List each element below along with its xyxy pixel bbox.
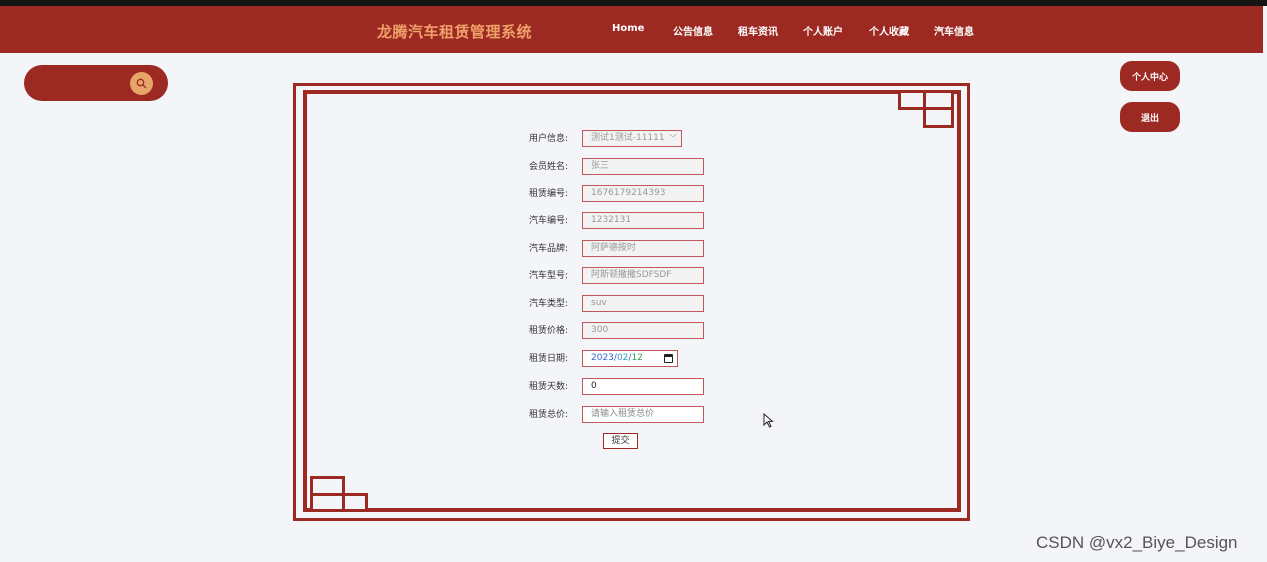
frame-corner-ornament [923, 107, 954, 128]
rental-days-field[interactable]: 0 [582, 378, 704, 395]
label-user-info: 用户信息: [528, 134, 568, 144]
window-right-edge [1263, 6, 1267, 562]
calendar-icon[interactable] [664, 354, 673, 363]
submit-button[interactable]: 提交 [603, 433, 638, 449]
label-car-type: 汽车类型: [528, 299, 568, 309]
rental-date-picker[interactable]: 2023/02/12 [582, 350, 678, 367]
member-name-field[interactable]: 张三 [582, 158, 704, 175]
chevron-down-icon: ﹀ [669, 134, 677, 143]
top-navbar: 龙腾汽车租赁管理系统 Home 公告信息 租车资讯 个人账户 个人收藏 汽车信息 [0, 6, 1263, 53]
logout-button[interactable]: 退出 [1120, 102, 1180, 132]
personal-center-button[interactable]: 个人中心 [1120, 61, 1180, 91]
nav-personal-account[interactable]: 个人账户 [803, 23, 843, 38]
car-model-field[interactable]: 阿斯顿撒撒SDFSDF [582, 267, 704, 284]
search-box[interactable] [24, 65, 168, 101]
label-car-model: 汽车型号: [528, 271, 568, 281]
rental-price-field[interactable]: 300 [582, 322, 704, 339]
mouse-cursor-icon [763, 413, 774, 428]
nav-home[interactable]: Home [612, 23, 644, 34]
frame-corner-ornament [342, 493, 368, 512]
label-car-brand: 汽车品牌: [528, 244, 568, 254]
date-day: 12 [631, 353, 643, 363]
user-info-selected-value: 测试1测试-11111 [591, 133, 665, 143]
nav-announcements[interactable]: 公告信息 [673, 23, 713, 38]
label-rental-days: 租赁天数: [528, 382, 568, 392]
car-number-field[interactable]: 1232131 [582, 212, 704, 229]
label-rental-date: 租赁日期: [528, 354, 568, 364]
nav-car-info[interactable]: 汽车信息 [934, 23, 974, 38]
label-rental-price: 租赁价格: [528, 326, 568, 336]
rental-number-field[interactable]: 1676179214393 [582, 185, 704, 202]
car-type-field[interactable]: suv [582, 295, 704, 312]
watermark-text: CSDN @vx2_Biye_Design [1036, 533, 1238, 552]
label-car-number: 汽车编号: [528, 216, 568, 226]
car-brand-field[interactable]: 阿萨德按时 [582, 240, 704, 257]
nav-favorites[interactable]: 个人收藏 [869, 23, 909, 38]
date-year: 2023 [591, 353, 614, 363]
user-info-select[interactable]: 测试1测试-11111 ﹀ [582, 130, 682, 147]
nav-rental-news[interactable]: 租车资讯 [738, 23, 778, 38]
label-rental-number: 租赁编号: [528, 189, 568, 199]
search-icon [136, 78, 147, 89]
frame-corner-ornament [898, 90, 926, 110]
date-month: 02 [616, 353, 629, 363]
site-title: 龙腾汽车租赁管理系统 [377, 23, 533, 41]
total-price-field[interactable]: 请输入租赁总价 [582, 406, 704, 423]
frame-corner-ornament [310, 493, 345, 512]
search-button[interactable] [130, 72, 153, 95]
label-member-name: 会员姓名: [528, 162, 568, 172]
label-total-price: 租赁总价: [528, 410, 568, 420]
